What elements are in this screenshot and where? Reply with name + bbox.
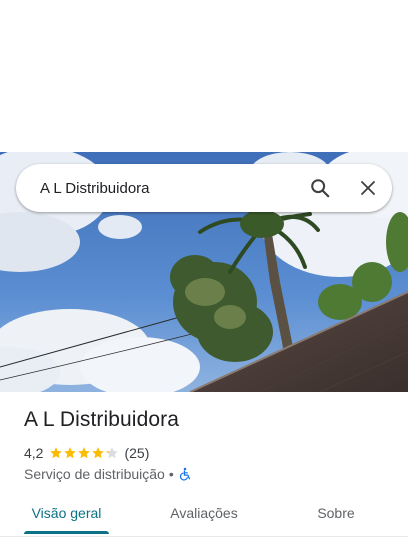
active-tab-indicator bbox=[24, 531, 109, 534]
tab-reviews[interactable]: Avaliações bbox=[158, 494, 250, 534]
star-icon bbox=[64, 447, 77, 459]
star-rating bbox=[49, 446, 119, 460]
tab-overview[interactable]: Visão geral bbox=[24, 494, 109, 534]
search-icon[interactable] bbox=[296, 164, 344, 212]
place-tabs: Visão geral Avaliações Sobre bbox=[0, 494, 408, 536]
tabs-divider bbox=[0, 536, 408, 537]
star-icon bbox=[78, 447, 91, 459]
search-input[interactable]: A L Distribuidora bbox=[40, 180, 296, 197]
star-icon bbox=[50, 447, 63, 459]
category-row: Serviço de distribuição • bbox=[24, 465, 192, 483]
rating-row[interactable]: 4,2 (25) bbox=[24, 444, 149, 462]
review-count[interactable]: (25) bbox=[124, 445, 149, 461]
close-icon[interactable] bbox=[344, 164, 392, 212]
star-icon bbox=[106, 447, 119, 459]
place-category: Serviço de distribuição bbox=[24, 466, 165, 482]
star-icon bbox=[92, 447, 105, 459]
tab-about[interactable]: Sobre bbox=[306, 494, 366, 534]
wheelchair-icon bbox=[178, 467, 192, 481]
place-title: A L Distribuidora bbox=[24, 408, 179, 431]
separator-dot: • bbox=[168, 466, 174, 482]
rating-value: 4,2 bbox=[24, 445, 44, 461]
search-bar[interactable]: A L Distribuidora bbox=[16, 164, 392, 212]
